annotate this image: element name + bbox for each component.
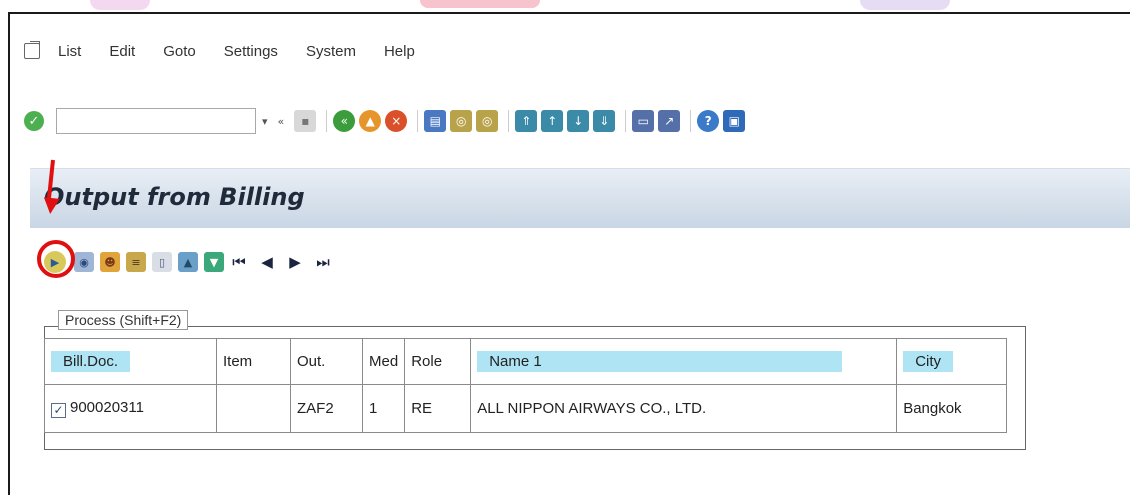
menu-edit[interactable]: Edit — [109, 43, 135, 60]
last-page-icon[interactable]: ⇓ — [593, 110, 616, 132]
title-band: Output from Billing — [30, 168, 1130, 228]
next-record-icon[interactable]: ▶ — [286, 252, 304, 272]
first-record-icon[interactable]: ⏮ — [230, 252, 248, 272]
command-dropdown-icon[interactable]: ▾ — [262, 115, 268, 128]
details-icon[interactable]: ≡ — [126, 252, 146, 272]
cell-med: 1 — [361, 384, 406, 433]
column-header-item[interactable]: Item — [216, 338, 291, 385]
command-field[interactable] — [56, 108, 256, 134]
toolbar-separator — [508, 110, 510, 132]
toolbar-separator — [417, 110, 419, 132]
cell-name1: ALL NIPPON AIRWAYS CO., LTD. — [470, 384, 898, 433]
menu-list[interactable]: List — [58, 43, 81, 60]
cell-city: Bangkok — [896, 384, 1008, 433]
table-row[interactable]: ✓ 900020311 ZAF2 1 RE ALL NIPPON AIRWAYS … — [44, 384, 1008, 433]
partner-icon[interactable]: ☻ — [100, 252, 120, 272]
filter-icon[interactable]: ▼ — [204, 252, 224, 272]
annotation-arrow-head-icon — [42, 197, 60, 215]
column-header-city[interactable]: City — [896, 338, 1008, 385]
previous-record-icon[interactable]: ◀ — [258, 252, 276, 272]
column-header-name1[interactable]: Name 1 — [470, 338, 898, 385]
collapse-icon[interactable]: « — [278, 115, 285, 128]
document-icon[interactable]: ▯ — [152, 252, 172, 272]
table-header-row: Bill.Doc. Item Out. Med Role Name 1 City — [44, 338, 1008, 385]
cell-item — [216, 384, 291, 433]
output-table: Bill.Doc. Item Out. Med Role Name 1 City… — [44, 338, 1008, 433]
toolbar-separator — [690, 110, 692, 132]
cancel-icon[interactable]: × — [385, 110, 408, 132]
print-icon[interactable]: ▤ — [424, 110, 447, 132]
cell-role: RE — [404, 384, 472, 433]
process-tooltip: Process (Shift+F2) — [58, 310, 189, 330]
decoration-blob — [90, 0, 150, 10]
menu-help[interactable]: Help — [384, 43, 415, 60]
page-title: Output from Billing — [44, 183, 305, 211]
layout-menu-icon[interactable]: ▣ — [723, 110, 746, 132]
cell-out: ZAF2 — [290, 384, 363, 433]
help-icon[interactable]: ? — [697, 110, 720, 132]
row-select-checkbox[interactable]: ✓ — [51, 403, 66, 418]
next-page-icon[interactable]: ↓ — [567, 110, 590, 132]
previous-page-icon[interactable]: ↑ — [541, 110, 564, 132]
menu-settings[interactable]: Settings — [224, 43, 278, 60]
column-header-bill-doc[interactable]: Bill.Doc. — [44, 338, 217, 385]
back-icon[interactable]: « — [333, 110, 356, 132]
exit-icon[interactable]: ▲ — [359, 110, 382, 132]
sort-icon[interactable]: ▲ — [178, 252, 198, 272]
top-decoration — [0, 0, 1130, 12]
decoration-blob — [420, 0, 540, 8]
menu-export-icon[interactable] — [24, 41, 40, 59]
menu-system[interactable]: System — [306, 43, 356, 60]
cell-bill-doc[interactable]: ✓ 900020311 — [44, 384, 217, 433]
column-header-med[interactable]: Med — [361, 338, 406, 385]
create-session-icon[interactable]: ▭ — [632, 110, 655, 132]
first-page-icon[interactable]: ⇑ — [515, 110, 538, 132]
enter-check-icon[interactable]: ✓ — [24, 111, 44, 131]
column-header-role[interactable]: Role — [404, 338, 472, 385]
standard-toolbar: ✓ ▾ « ▪ « ▲ × ▤ ◎ ◎ ⇑ ↑ ↓ ⇓ ▭ ↗ ? ▣ — [24, 106, 749, 136]
toolbar-separator — [326, 110, 328, 132]
decoration-blob — [860, 0, 950, 10]
application-toolbar: ▶ ◉ ☻ ≡ ▯ ▲ ▼ ⏮ ◀ ▶ ⏭ — [44, 248, 342, 276]
column-header-out[interactable]: Out. — [290, 338, 363, 385]
shortcut-icon[interactable]: ↗ — [658, 110, 681, 132]
last-record-icon[interactable]: ⏭ — [314, 252, 332, 272]
find-next-icon[interactable]: ◎ — [476, 110, 499, 132]
menu-goto[interactable]: Goto — [163, 43, 196, 60]
find-icon[interactable]: ◎ — [450, 110, 473, 132]
display-output-icon[interactable]: ◉ — [74, 252, 94, 272]
menu-bar: List Edit Goto Settings System Help — [24, 36, 443, 66]
save-icon[interactable]: ▪ — [294, 110, 317, 132]
annotation-highlight-circle — [37, 240, 75, 278]
toolbar-separator — [625, 110, 627, 132]
